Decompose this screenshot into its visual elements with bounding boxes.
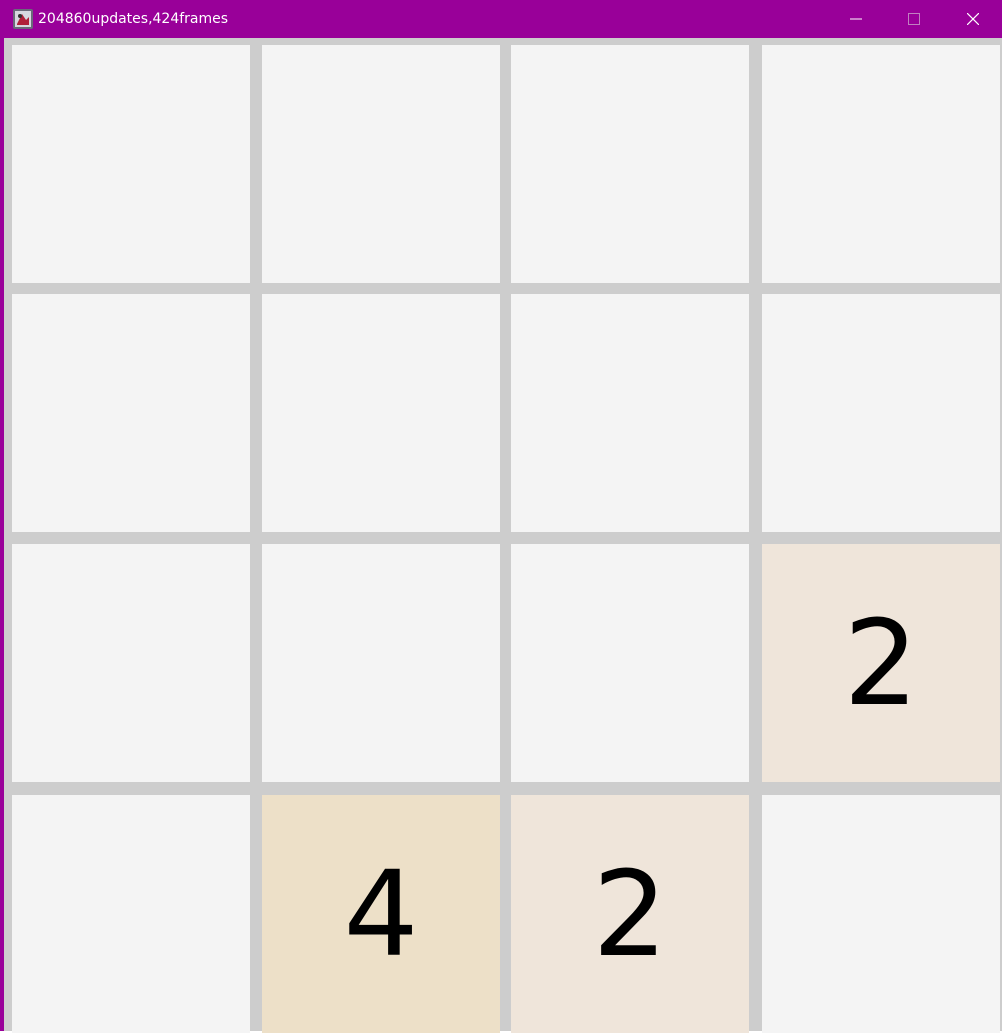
board-tile (262, 544, 500, 782)
board-tile (511, 45, 749, 283)
board-tile (762, 45, 1000, 283)
minimize-button[interactable] (827, 0, 885, 38)
board-tile (12, 294, 250, 532)
minimize-icon (850, 18, 862, 20)
tile-value: 4 (343, 845, 419, 983)
app-icon[interactable] (13, 9, 33, 29)
board-tile: 2 (762, 544, 1000, 782)
game-window: 204860updates,424frames 2 4 2 (0, 0, 1002, 1033)
board-tile (511, 544, 749, 782)
tile-value: 2 (843, 594, 919, 732)
board-tile (262, 45, 500, 283)
board-tile (262, 294, 500, 532)
board-tile (12, 795, 250, 1033)
tile-value: 2 (592, 845, 668, 983)
close-icon (967, 13, 979, 25)
title-bar[interactable]: 204860updates,424frames (4, 0, 1002, 38)
maximize-button[interactable] (885, 0, 943, 38)
board-tile (12, 544, 250, 782)
board-tile (762, 795, 1000, 1033)
close-button[interactable] (944, 0, 1002, 38)
maximize-icon (908, 13, 920, 25)
board-tile: 2 (511, 795, 749, 1033)
board-tile (12, 45, 250, 283)
board-tile (762, 294, 1000, 532)
board-tile (511, 294, 749, 532)
window-title: 204860updates,424frames (38, 11, 229, 27)
game-board[interactable]: 2 4 2 (4, 38, 1002, 1033)
board-tile: 4 (262, 795, 500, 1033)
